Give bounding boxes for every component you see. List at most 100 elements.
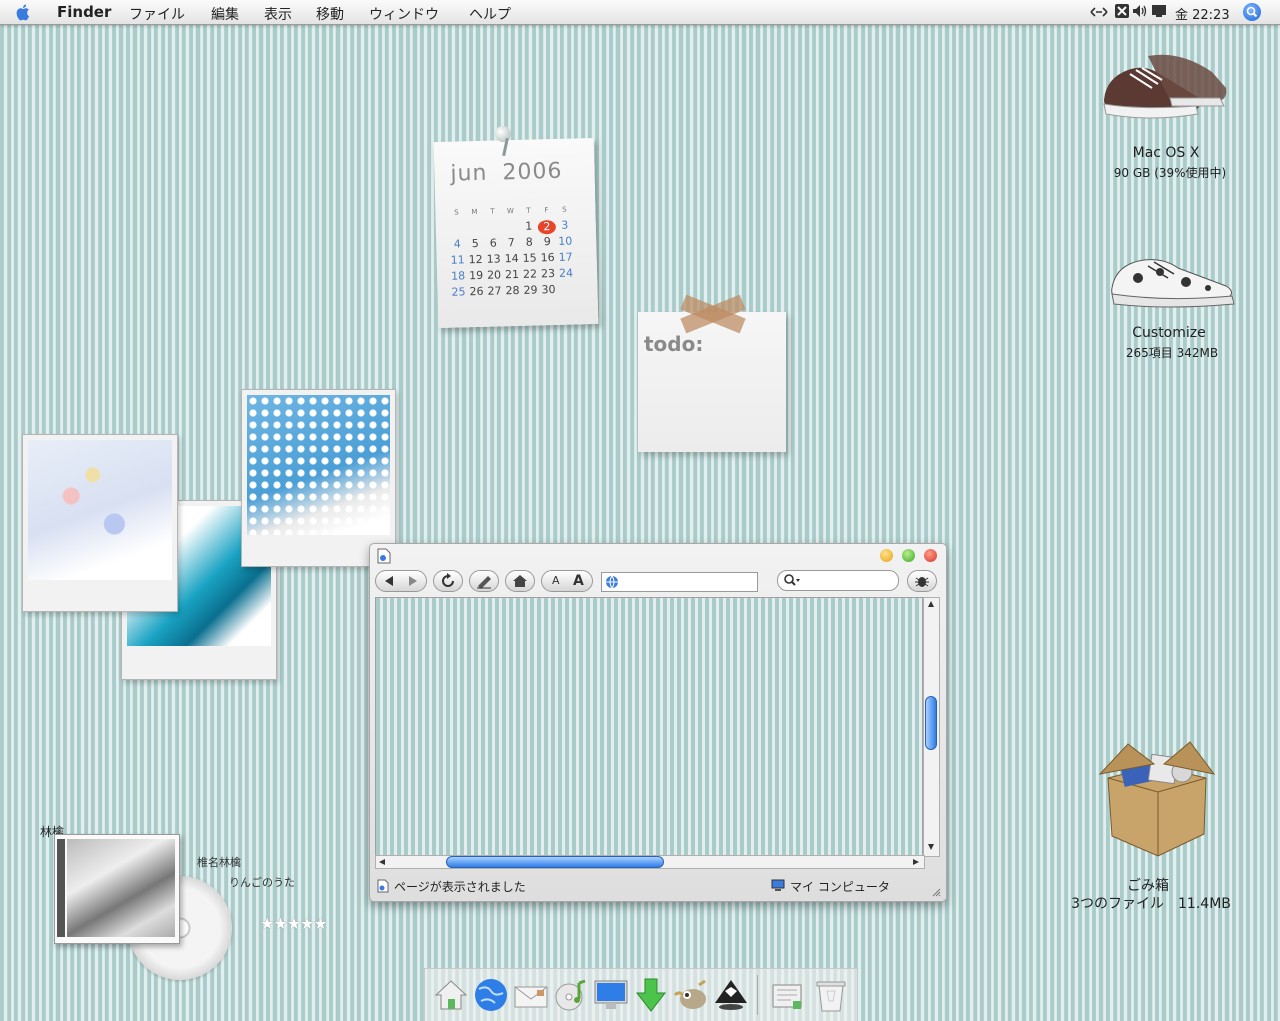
vertical-scrollbar[interactable]: [923, 597, 940, 857]
todo-note-widget[interactable]: todo:: [638, 312, 786, 452]
calendar-day[interactable]: 8: [520, 235, 538, 249]
edit-button[interactable]: [469, 570, 499, 592]
calendar-day[interactable]: 14: [503, 252, 521, 265]
trash-label[interactable]: ごみ箱: [1098, 875, 1198, 895]
dock-trash-icon[interactable]: [813, 977, 849, 1013]
calendar-day[interactable]: 29: [521, 283, 539, 296]
drive-customize-label[interactable]: Customize: [1100, 325, 1238, 341]
calendar-day[interactable]: 7: [502, 236, 520, 249]
scroll-up-arrow-icon[interactable]: [927, 600, 935, 608]
drive-mac-os-x-label[interactable]: Mac OS X: [1100, 145, 1232, 161]
calendar-day[interactable]: 17: [556, 250, 574, 264]
dock-itunes-icon[interactable]: [553, 977, 589, 1013]
back-forward-button[interactable]: [375, 570, 427, 592]
horizontal-scroll-thumb[interactable]: [446, 856, 664, 868]
calendar-day[interactable]: 27: [485, 284, 503, 297]
menu-bar: Finder ファイル 編集 表示 移動 ウィンドウ ヘルプ 金 22:23: [0, 0, 1280, 25]
menu-edit[interactable]: 編集: [211, 4, 239, 24]
photo-frame[interactable]: [22, 434, 178, 612]
dock-inkscape-icon[interactable]: [713, 977, 749, 1013]
menu-file[interactable]: ファイル: [129, 4, 185, 24]
calendar-widget[interactable]: jun 2006 S M T W T F S 1 2 3 4 5 6 7 8 9…: [433, 137, 599, 329]
dock-mail-icon[interactable]: [513, 977, 549, 1013]
calendar-day[interactable]: 18: [449, 269, 467, 282]
drive-mac-os-x-icon[interactable]: [1100, 48, 1230, 128]
reload-button[interactable]: [433, 570, 463, 592]
calendar-day[interactable]: 13: [485, 252, 503, 265]
dock: [424, 968, 858, 1021]
pencil-icon: [477, 576, 491, 589]
browser-content-area[interactable]: [375, 597, 923, 857]
calendar-day[interactable]: 23: [539, 267, 557, 280]
spotlight-search-icon[interactable]: [1243, 3, 1261, 21]
menu-view[interactable]: 表示: [264, 4, 292, 24]
dock-browser-icon[interactable]: [473, 977, 509, 1013]
photo-imac-blue: [247, 395, 390, 535]
menu-window[interactable]: ウィンドウ: [369, 4, 439, 24]
calendar-day[interactable]: 30: [539, 283, 557, 296]
calendar-day[interactable]: 3: [556, 218, 574, 232]
trash-info: 3つのファイル 11.4MB: [1071, 896, 1231, 912]
dock-download-icon[interactable]: [633, 977, 669, 1013]
trash-box-icon[interactable]: [1098, 738, 1216, 858]
text-larger-label[interactable]: A: [573, 571, 584, 591]
menu-finder[interactable]: Finder: [57, 3, 111, 21]
dock-monitor-icon[interactable]: [593, 977, 629, 1013]
resize-grip-icon[interactable]: [931, 887, 941, 897]
calendar-day[interactable]: 16: [538, 251, 556, 264]
scroll-down-arrow-icon[interactable]: [927, 843, 935, 851]
menu-help[interactable]: ヘルプ: [469, 4, 511, 24]
text-smaller-label[interactable]: A: [552, 571, 560, 591]
dock-gimp-icon[interactable]: [673, 977, 709, 1013]
drive-customize-icon[interactable]: [1108, 252, 1238, 310]
weekday-sat: S: [562, 205, 567, 214]
calendar-day[interactable]: 26: [467, 285, 485, 298]
browser-window[interactable]: A A ページが表示されました マイ コンピュータ: [369, 543, 947, 902]
home-button[interactable]: [505, 570, 535, 592]
photo-imac-flower: [28, 440, 172, 580]
calendar-day[interactable]: 12: [467, 253, 485, 266]
calendar-today[interactable]: 2: [537, 219, 557, 235]
close-x-icon[interactable]: [1115, 4, 1129, 18]
calendar-day[interactable]: 15: [520, 251, 538, 264]
calendar-day[interactable]: 20: [485, 268, 503, 281]
calendar-day[interactable]: 28: [503, 284, 521, 297]
dock-home-icon[interactable]: [433, 977, 469, 1013]
photo-frame[interactable]: [241, 389, 396, 567]
calendar-day[interactable]: 9: [538, 235, 556, 248]
calendar-day[interactable]: 21: [503, 268, 521, 281]
vertical-scroll-thumb[interactable]: [925, 696, 937, 750]
network-icon[interactable]: [1090, 4, 1108, 20]
apple-menu-icon[interactable]: [15, 3, 33, 21]
menu-clock[interactable]: 金 22:23: [1175, 4, 1230, 23]
cardboard-box-icon: [1098, 741, 1216, 857]
close-button[interactable]: [924, 549, 937, 562]
text-size-button[interactable]: A A: [541, 570, 593, 592]
zoom-button[interactable]: [902, 549, 915, 562]
scroll-left-arrow-icon[interactable]: [378, 858, 386, 866]
album-cover[interactable]: [54, 834, 180, 944]
calendar-day[interactable]: 6: [484, 236, 502, 250]
volume-icon[interactable]: [1132, 4, 1148, 18]
download-arrow-icon: [635, 978, 667, 1012]
horizontal-scrollbar[interactable]: [375, 855, 925, 869]
calendar-day[interactable]: 24: [557, 266, 575, 280]
minimize-button[interactable]: [880, 549, 893, 562]
calendar-day[interactable]: 22: [521, 267, 539, 280]
search-input[interactable]: [777, 570, 899, 591]
bug-report-button[interactable]: [907, 570, 937, 592]
calendar-day[interactable]: 4: [448, 237, 466, 250]
calendar-day[interactable]: 1: [520, 219, 538, 233]
calendar-day[interactable]: 25: [449, 285, 467, 298]
calendar-day[interactable]: 10: [556, 234, 574, 248]
calendar-day[interactable]: 19: [467, 269, 485, 282]
address-bar-input[interactable]: [601, 572, 758, 592]
music-rating[interactable]: ★★★★★: [260, 914, 328, 933]
scroll-right-arrow-icon[interactable]: [912, 858, 920, 866]
menu-go[interactable]: 移動: [316, 4, 344, 24]
calendar-day[interactable]: 5: [466, 237, 484, 250]
weekday-wed: W: [506, 207, 514, 216]
calendar-day[interactable]: 11: [449, 253, 467, 266]
display-icon[interactable]: [1151, 4, 1167, 18]
dock-documents-icon[interactable]: [769, 977, 805, 1013]
